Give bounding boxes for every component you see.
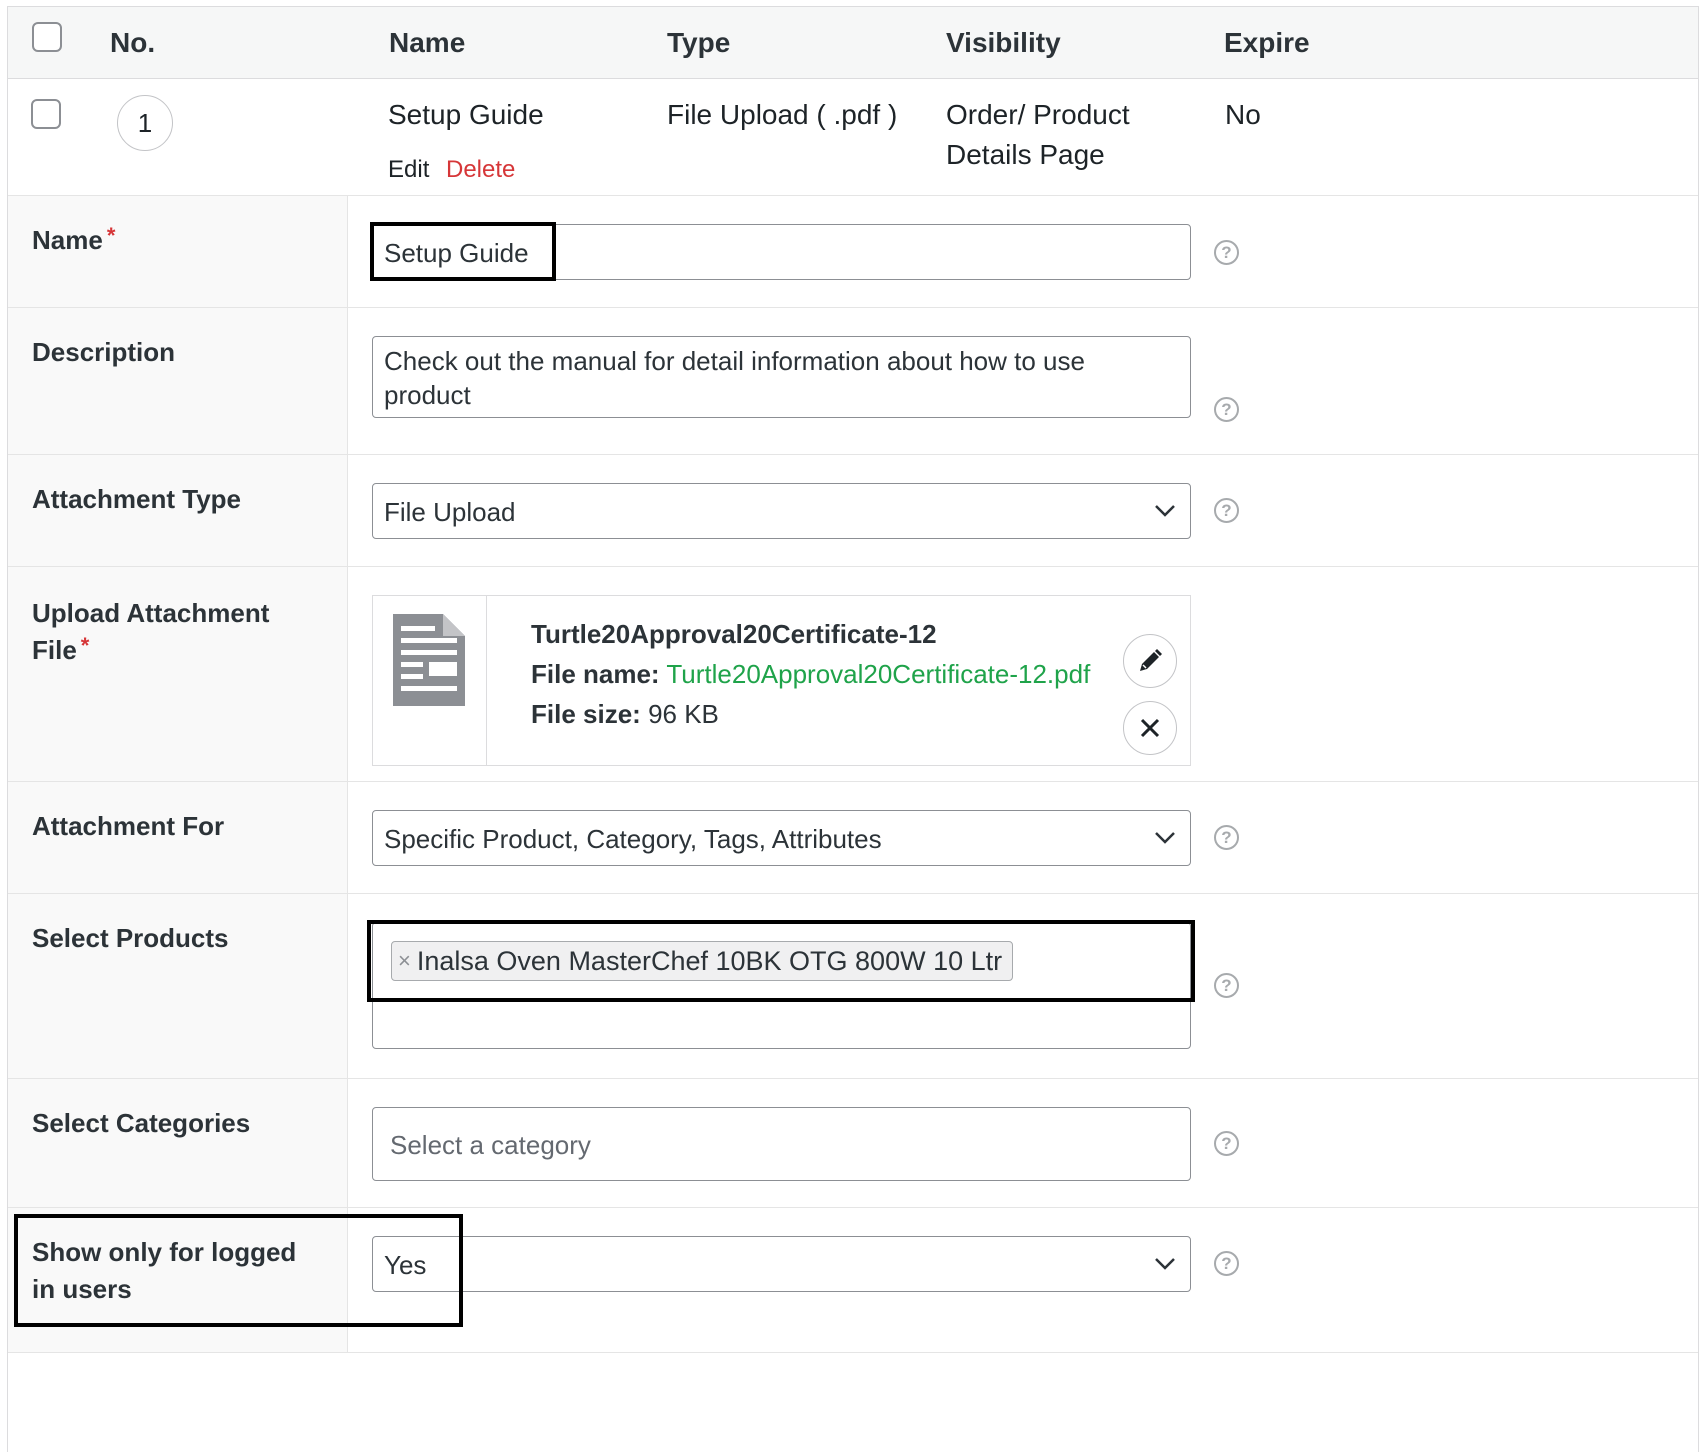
pencil-icon — [1140, 649, 1162, 671]
header-visibility: Visibility — [946, 27, 1061, 58]
select-categories-row: Select Categories Select a category ? — [8, 1079, 1698, 1208]
attachment-for-label: Attachment For — [32, 811, 225, 841]
file-size-value: 96 KB — [648, 699, 719, 729]
chevron-down-icon — [1155, 1258, 1175, 1270]
upload-row: Upload Attachment File * Turtle20Approva… — [8, 567, 1698, 782]
attachment-type-value: File Upload — [384, 497, 516, 527]
row-type: File Upload ( .pdf ) — [667, 99, 898, 130]
highlight-box — [367, 920, 1195, 1002]
attachment-type-row: Attachment Type File Upload ? — [8, 455, 1698, 567]
row-expire: No — [1225, 99, 1261, 130]
attachment-type-select[interactable]: File Upload — [372, 483, 1191, 539]
delete-link[interactable]: Delete — [446, 156, 515, 184]
table-row: 1 Setup Guide Edit Delete File Upload ( … — [8, 79, 1698, 196]
row-visibility-line1: Order/ Product — [946, 99, 1130, 130]
header-type: Type — [667, 27, 731, 58]
attachment-for-row: Attachment For Specific Product, Categor… — [8, 782, 1698, 894]
description-textarea[interactable]: Check out the manual for detail informat… — [372, 336, 1191, 418]
select-products-label: Select Products — [32, 923, 229, 953]
select-categories-input[interactable]: Select a category — [372, 1107, 1191, 1181]
help-icon[interactable]: ? — [1214, 825, 1239, 850]
select-categories-placeholder: Select a category — [390, 1130, 591, 1160]
attachments-panel: No. Name Type Visibility Expire 1 Setup … — [7, 6, 1699, 1452]
help-icon[interactable]: ? — [1214, 1131, 1239, 1156]
help-icon[interactable]: ? — [1214, 973, 1239, 998]
description-value: Check out the manual for detail informat… — [384, 346, 1085, 410]
select-products-row: Select Products × Inalsa Oven MasterChef… — [8, 894, 1698, 1079]
select-categories-label: Select Categories — [32, 1108, 251, 1138]
description-label: Description — [32, 337, 176, 367]
name-row: Name * Setup Guide ? — [8, 196, 1698, 308]
description-row: Description Check out the manual for det… — [8, 308, 1698, 455]
row-visibility: Order/ Product Details Page — [946, 95, 1130, 175]
file-title: Turtle20Approval20Certificate-12 — [531, 619, 937, 649]
remove-file-button[interactable] — [1123, 701, 1177, 755]
required-mark: * — [106, 223, 116, 248]
attachment-type-label: Attachment Type — [32, 484, 241, 514]
row-visibility-line2: Details Page — [946, 139, 1105, 170]
header-expire: Expire — [1224, 27, 1310, 58]
attachment-for-select[interactable]: Specific Product, Category, Tags, Attrib… — [372, 810, 1191, 866]
edit-link[interactable]: Edit — [388, 156, 429, 184]
help-icon[interactable]: ? — [1214, 240, 1239, 265]
file-name-link[interactable]: Turtle20Approval20Certificate-12.pdf — [666, 659, 1090, 689]
help-icon[interactable]: ? — [1214, 498, 1239, 523]
uploaded-file-card: Turtle20Approval20Certificate-12 File na… — [372, 595, 1191, 766]
close-icon — [1140, 718, 1160, 738]
file-name-line: File name: Turtle20Approval20Certificate… — [531, 659, 1091, 689]
logged-in-row: Show only for logged in users Yes ? — [8, 1208, 1698, 1353]
row-name: Setup Guide — [388, 99, 544, 130]
document-icon — [393, 614, 465, 706]
chevron-down-icon — [1155, 505, 1175, 517]
table-header: No. Name Type Visibility Expire — [8, 7, 1698, 79]
row-checkbox[interactable] — [31, 99, 61, 129]
upload-label: Upload Attachment File * — [32, 598, 270, 665]
header-no: No. — [110, 27, 156, 58]
name-label: Name * — [32, 223, 116, 255]
row-number-badge: 1 — [117, 95, 173, 151]
required-mark: * — [80, 633, 90, 658]
chevron-down-icon — [1155, 832, 1175, 844]
logged-in-select[interactable]: Yes — [372, 1236, 1191, 1292]
highlight-box — [14, 1214, 463, 1327]
attachment-for-value: Specific Product, Category, Tags, Attrib… — [384, 824, 882, 854]
help-icon[interactable]: ? — [1214, 397, 1239, 422]
highlight-box — [370, 222, 556, 281]
file-size-line: File size: 96 KB — [531, 699, 719, 729]
header-name: Name — [389, 27, 466, 58]
help-icon[interactable]: ? — [1214, 1251, 1239, 1276]
select-all-checkbox[interactable] — [32, 22, 62, 52]
edit-file-button[interactable] — [1123, 634, 1177, 688]
